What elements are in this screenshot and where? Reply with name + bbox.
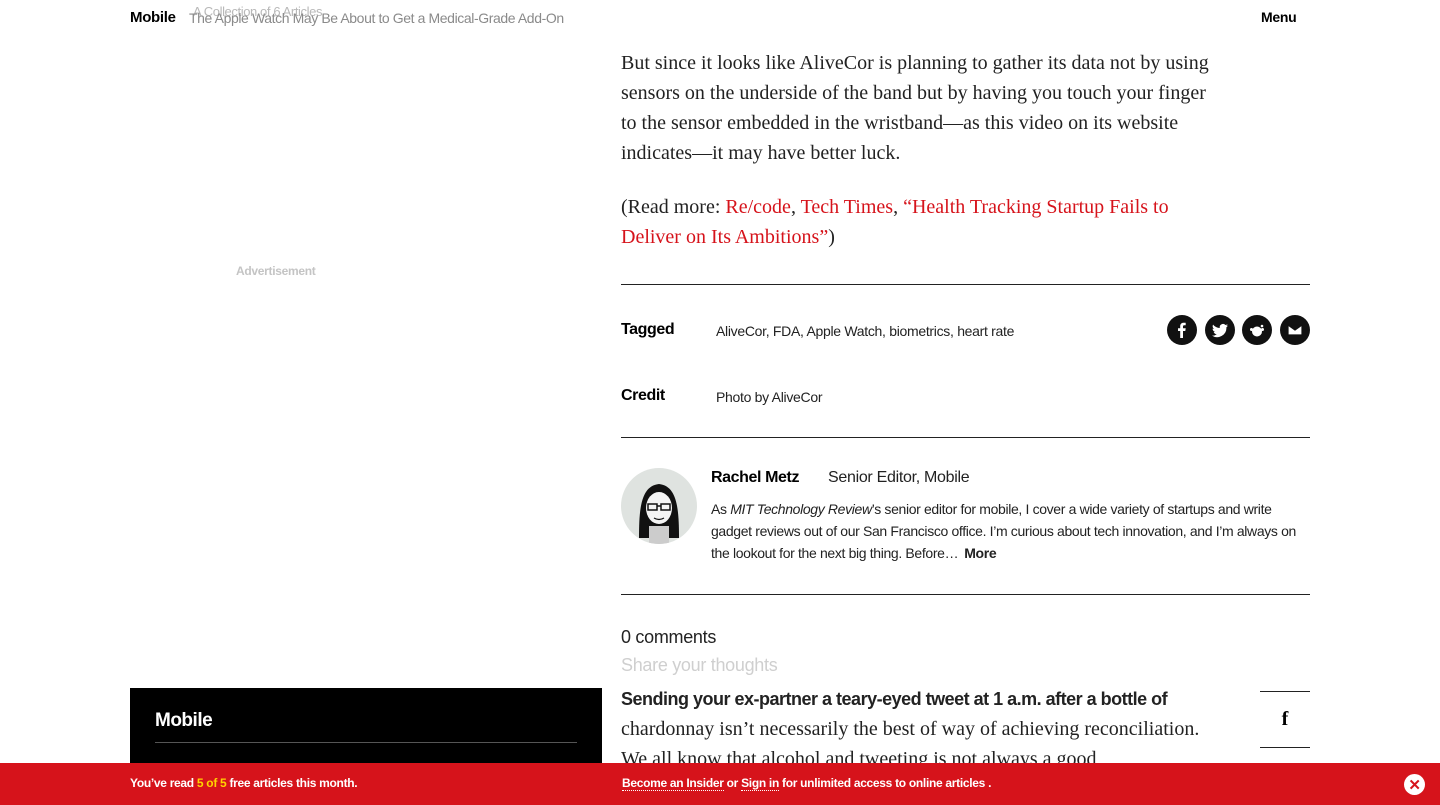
tag-link[interactable]: FDA bbox=[773, 323, 800, 339]
divider bbox=[621, 594, 1310, 595]
email-icon[interactable] bbox=[1280, 315, 1310, 345]
paywall-suffix: free articles this month. bbox=[226, 776, 358, 790]
facebook-share-icon[interactable]: f bbox=[1260, 691, 1310, 748]
read-more-prefix: (Read more: bbox=[621, 196, 726, 218]
comment-input[interactable]: Share your thoughts bbox=[621, 655, 778, 676]
section-panel-title[interactable]: Mobile bbox=[155, 710, 213, 732]
publication-name: MIT Technology Review bbox=[730, 501, 872, 517]
paywall-prefix: You’ve read bbox=[130, 776, 197, 790]
link-tech-times[interactable]: Tech Times bbox=[801, 196, 894, 218]
facebook-glyph: f bbox=[1281, 708, 1289, 730]
tag-link[interactable]: Apple Watch bbox=[806, 323, 882, 339]
link-separator: , bbox=[790, 196, 801, 218]
tag-link[interactable]: AliveCor bbox=[716, 323, 766, 339]
advertisement-label: Advertisement bbox=[236, 264, 316, 278]
author-avatar[interactable] bbox=[621, 468, 697, 544]
credit-value: Photo by AliveCor bbox=[716, 389, 823, 405]
top-nav-bar: Mobile A Collection of 6 Articles The Ap… bbox=[0, 0, 1440, 36]
article-paragraph: But since it looks like AliveCor is plan… bbox=[621, 52, 1209, 164]
author-bio: As MIT Technology Review’s senior editor… bbox=[711, 498, 1306, 564]
read-more-paragraph: (Read more: Re/code, Tech Times, “Health… bbox=[621, 192, 1211, 252]
article-count: 5 of 5 bbox=[196, 776, 227, 790]
close-icon[interactable]: ✕ bbox=[1404, 774, 1425, 795]
divider bbox=[155, 742, 577, 743]
sign-in-link[interactable]: Sign in bbox=[741, 776, 779, 791]
facebook-icon[interactable] bbox=[1167, 315, 1197, 345]
divider bbox=[621, 437, 1310, 438]
section-label[interactable]: Mobile bbox=[130, 9, 176, 26]
tag-link[interactable]: heart rate bbox=[957, 323, 1014, 339]
tag-list: AliveCor, FDA, Apple Watch, biometrics, … bbox=[716, 323, 1015, 339]
bio-prefix: As bbox=[711, 501, 731, 517]
read-more-suffix: ) bbox=[828, 226, 835, 248]
author-title: Senior Editor, Mobile bbox=[828, 469, 970, 486]
paywall-cta: Become an Insider or Sign in for unlimit… bbox=[622, 776, 992, 791]
more-link[interactable]: More bbox=[964, 545, 996, 561]
credit-label: Credit bbox=[621, 387, 665, 404]
twitter-icon[interactable] bbox=[1205, 315, 1235, 345]
paywall-banner: You’ve read 5 of 5 free articles this mo… bbox=[0, 763, 1440, 805]
link-separator: , bbox=[893, 196, 904, 218]
next-article-lead: Sending your ex-partner a teary-eyed twe… bbox=[621, 684, 1221, 774]
tag-link[interactable]: biometrics bbox=[889, 323, 950, 339]
become-insider-link[interactable]: Become an Insider bbox=[622, 776, 724, 791]
article-headline: The Apple Watch May Be About to Get a Me… bbox=[189, 10, 564, 26]
menu-button[interactable]: Menu bbox=[1261, 9, 1297, 25]
paywall-tail: for unlimited access to online articles … bbox=[778, 776, 992, 790]
divider bbox=[621, 284, 1310, 285]
link-recode[interactable]: Re/code bbox=[725, 196, 791, 218]
reddit-icon[interactable] bbox=[1242, 315, 1272, 345]
author-name[interactable]: Rachel Metz bbox=[711, 469, 799, 487]
next-article-lead-bold: Sending your ex-partner a teary-eyed twe… bbox=[621, 689, 1168, 709]
paywall-or: or bbox=[723, 776, 742, 790]
comments-count[interactable]: 0 comments bbox=[621, 627, 716, 648]
paywall-count-text: You’ve read 5 of 5 free articles this mo… bbox=[130, 776, 358, 790]
tagged-label: Tagged bbox=[621, 321, 675, 338]
